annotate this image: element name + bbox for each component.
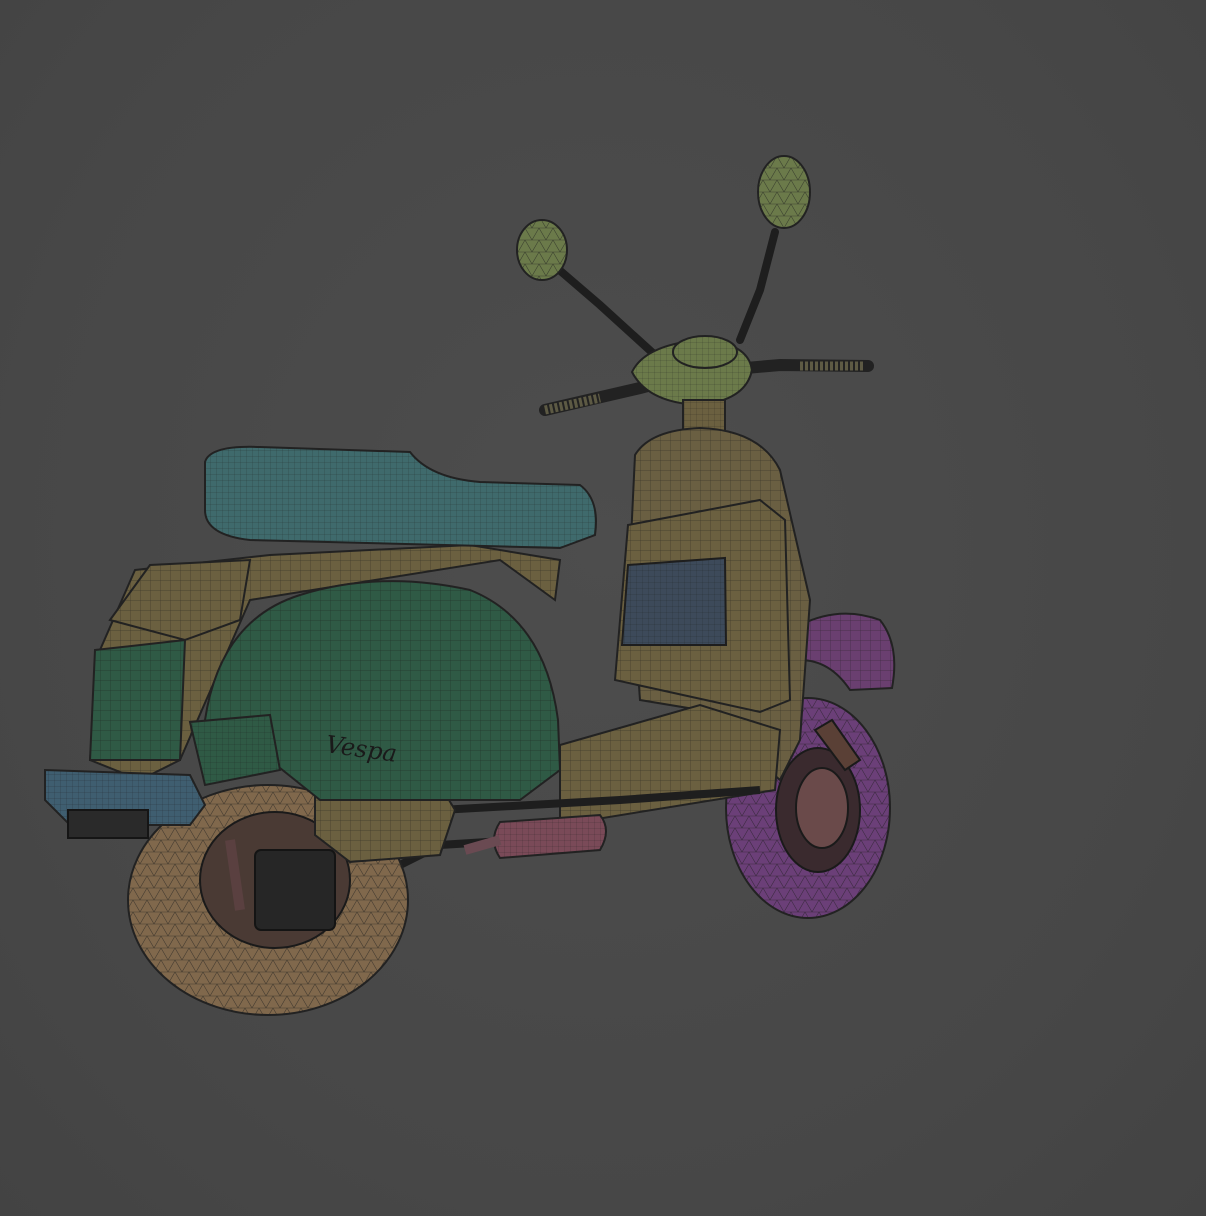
scooter-model: Vespa [44,155,896,1016]
handlebar [539,335,874,416]
mirror-right [736,155,811,344]
seat [204,445,597,550]
glovebox [613,498,792,714]
front-fender [799,612,896,692]
muffler [463,813,607,860]
rear-left-panel [88,638,187,761]
mirror-left [516,219,659,359]
3d-viewport[interactable]: Vespa [0,0,1206,1216]
rear-body: Vespa [188,580,562,801]
